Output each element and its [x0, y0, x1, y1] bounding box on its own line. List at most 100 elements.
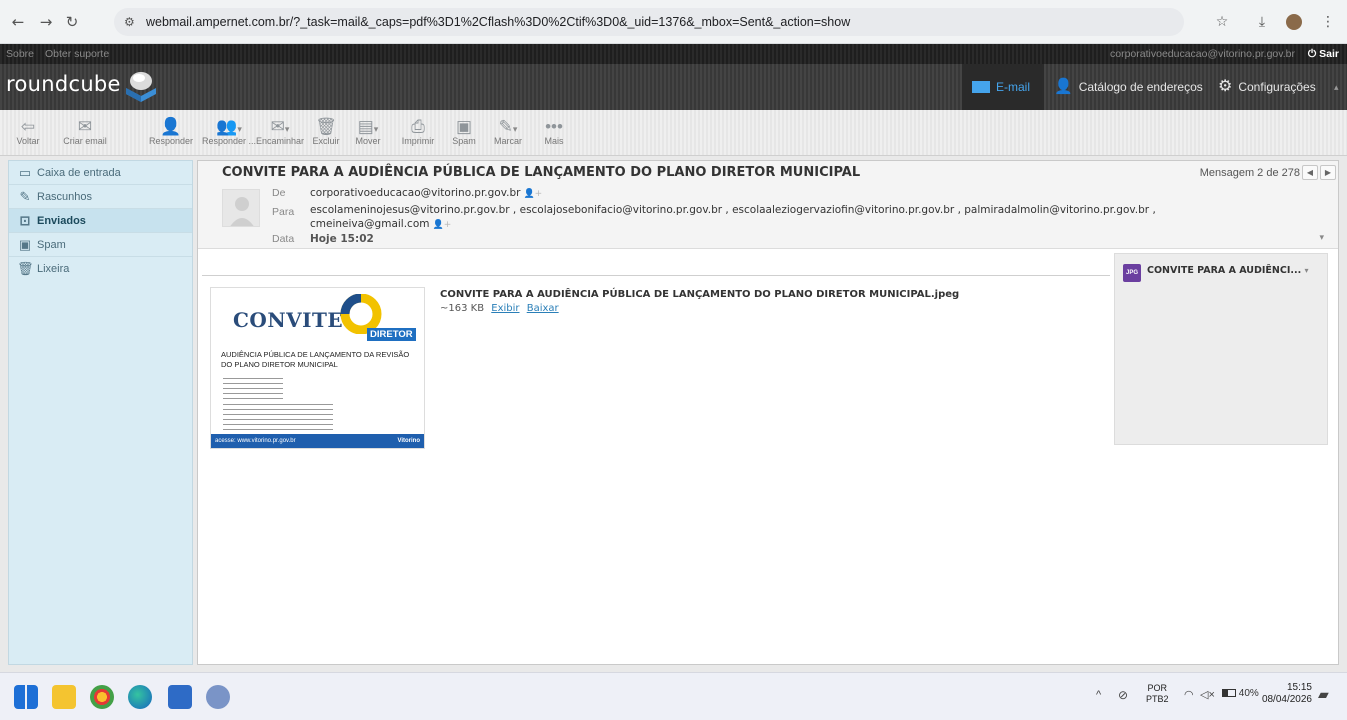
next-message-button[interactable]: ▶ — [1320, 165, 1336, 180]
browser-menu-icon[interactable]: ⋮ — [1318, 12, 1338, 32]
location-off-icon[interactable]: ⊘ — [1118, 688, 1128, 702]
mark-button[interactable]: ✎▾ Marcar — [486, 114, 530, 154]
back-arrow-icon[interactable]: ← — [8, 12, 28, 32]
folder-label: Spam — [37, 239, 66, 251]
nav-settings[interactable]: ⚙ Configurações — [1218, 64, 1316, 110]
windows-taskbar: ^ ⊘ POR PTB2 ◠ ◁× 40% 15:15 08/04/2026 ▰ — [0, 672, 1347, 720]
star-bookmark-icon[interactable]: ☆ — [1212, 12, 1232, 32]
folder-trash[interactable]: 🗑 Lixeira — [9, 257, 192, 281]
folder-inbox[interactable]: ▭ Caixa de entrada — [9, 161, 192, 185]
from-address[interactable]: corporativoeducacao@vitorino.pr.gov.br — [310, 187, 520, 199]
headers-toggle-icon[interactable]: ▾ — [1319, 233, 1324, 243]
view-attachment-link[interactable]: Exibir — [491, 303, 519, 314]
folder-label: Lixeira — [37, 263, 70, 275]
mark-label: Marcar — [493, 136, 522, 146]
logout-label: Sair — [1319, 48, 1339, 60]
spam-button[interactable]: ▣ Spam — [446, 114, 482, 154]
nav-contacts[interactable]: 👤 Catálogo de endereços — [1054, 64, 1203, 110]
message-header: CONVITE PARA A AUDIÊNCIA PÚBLICA DE LANÇ… — [198, 161, 1338, 249]
more-label: Mais — [544, 136, 564, 146]
reply-all-button[interactable]: 👥▾ Responder ... — [198, 114, 260, 154]
print-button[interactable]: ⎙ Imprimir — [396, 114, 440, 154]
file-explorer-icon[interactable] — [52, 685, 76, 709]
nav-settings-label: Configurações — [1238, 80, 1316, 94]
reply-icon: 👤 — [160, 117, 182, 136]
forward-arrow-icon[interactable]: → — [36, 12, 56, 32]
logout-button[interactable]: ⏻ Sair — [1308, 48, 1339, 60]
move-button[interactable]: ▤▾ Mover — [348, 114, 388, 154]
delete-button[interactable]: 🗑 Excluir — [308, 114, 344, 154]
language-indicator[interactable]: POR PTB2 — [1146, 683, 1169, 705]
back-button[interactable]: ⇦ Voltar — [10, 114, 46, 154]
add-contact-icon[interactable]: 👤+ — [432, 220, 451, 230]
download-icon[interactable]: ⤓ — [1252, 12, 1272, 32]
move-icon: ▤▾ — [357, 117, 379, 136]
thumbnail-footer-text: acesse: www.vitorino.pr.gov.br — [215, 438, 296, 444]
spam-label: Spam — [452, 136, 476, 146]
message-toolbar: ⇦ Voltar ✉ Criar email 👤 Responder 👥▾ Respon… — [0, 110, 1347, 156]
reload-icon[interactable]: ↻ — [62, 12, 82, 32]
add-contact-icon[interactable]: 👤+ — [523, 189, 542, 199]
spam-icon: ▣ — [18, 237, 32, 252]
pencil-icon: ✎ — [19, 189, 31, 204]
thumbnail-title: CONVITE — [233, 308, 344, 332]
volume-icon[interactable]: ◁× — [1200, 688, 1215, 701]
thumbnail-details-block — [223, 378, 283, 400]
attachment-panel-item[interactable]: CONVITE PARA A AUDIÊNCI... ▾ — [1147, 265, 1309, 276]
header-menu-caret-icon[interactable]: ▴ — [1334, 64, 1339, 110]
to-line-1[interactable]: escolameninojesus@vitorino.pr.gov.br , e… — [310, 204, 1320, 216]
compose-button[interactable]: ✉ Criar email — [58, 114, 112, 154]
windows-start-icon[interactable] — [14, 685, 38, 709]
folder-drafts[interactable]: ✎ Rascunhos — [9, 185, 192, 209]
language-code: POR — [1147, 683, 1168, 693]
message-subject: CONVITE PARA A AUDIÊNCIA PÚBLICA DE LANÇ… — [222, 165, 861, 180]
battery-indicator[interactable]: 40% — [1222, 688, 1259, 699]
roundcube-cube-icon — [126, 72, 156, 102]
folder-spam[interactable]: ▣ Spam — [9, 233, 192, 257]
notifications-icon[interactable]: ▰ — [1318, 686, 1329, 703]
from-label: De — [272, 187, 286, 199]
folder-label: Rascunhos — [37, 191, 93, 203]
battery-icon — [1222, 689, 1236, 698]
thumbnail-footer-logo: Vitorino — [397, 438, 420, 444]
to-label: Para — [272, 206, 295, 218]
about-link[interactable]: Sobre — [6, 48, 34, 60]
attachment-filename: CONVITE PARA A AUDIÊNCIA PÚBLICA DE LANÇ… — [440, 289, 960, 300]
power-icon: ⏻ — [1307, 48, 1320, 60]
reply-label: Responder — [148, 136, 194, 146]
date-label: Data — [272, 233, 295, 245]
app-icon[interactable] — [206, 685, 230, 709]
profile-avatar-icon[interactable] — [1284, 12, 1304, 32]
store-icon[interactable] — [168, 685, 192, 709]
chrome-icon[interactable] — [90, 685, 114, 709]
previous-message-button[interactable]: ◀ — [1302, 165, 1318, 180]
folder-sent[interactable]: ⊡ Enviados — [9, 209, 192, 233]
thumbnail-footer: acesse: www.vitorino.pr.gov.br Vitorino — [211, 434, 424, 448]
tray-chevron-icon[interactable]: ^ — [1096, 689, 1101, 701]
wifi-icon[interactable]: ◠ — [1184, 688, 1194, 701]
nav-email[interactable]: E-mail — [962, 64, 1044, 110]
delete-label: Excluir — [312, 136, 340, 146]
forward-icon: ✉▾ — [270, 117, 290, 136]
attachment-thumbnail[interactable]: CONVITE DIRETOR AUDIÊNCIA PÚBLICA DE LAN… — [210, 287, 425, 449]
chevron-down-icon[interactable]: ▾ — [1305, 266, 1309, 275]
more-button[interactable]: ••• Mais — [536, 114, 572, 154]
message-counter: Mensagem 2 de 278 — [1199, 167, 1300, 179]
download-attachment-link[interactable]: Baixar — [527, 303, 559, 314]
support-link[interactable]: Obter suporte — [45, 48, 109, 60]
thumbnail-badge: DIRETOR — [367, 328, 416, 341]
thumbnail-details-block — [223, 404, 333, 430]
url-text: webmail.ampernet.com.br/?_task=mail&_cap… — [146, 15, 851, 29]
more-dots-icon: ••• — [545, 117, 563, 136]
move-label: Mover — [355, 136, 381, 146]
address-bar[interactable]: ⚙ webmail.ampernet.com.br/?_task=mail&_c… — [114, 8, 1184, 36]
edge-icon[interactable] — [128, 685, 152, 709]
printer-icon: ⎙ — [411, 117, 425, 136]
to-address[interactable]: cmeineiva@gmail.com — [310, 218, 429, 230]
trash-icon: 🗑 — [315, 117, 337, 136]
nav-contacts-label: Catálogo de endereços — [1078, 80, 1203, 94]
site-settings-icon[interactable]: ⚙ — [124, 8, 135, 36]
reply-button[interactable]: 👤 Responder — [144, 114, 198, 154]
clock[interactable]: 15:15 08/04/2026 — [1256, 682, 1312, 706]
forward-button[interactable]: ✉▾ Encaminhar — [252, 114, 308, 154]
